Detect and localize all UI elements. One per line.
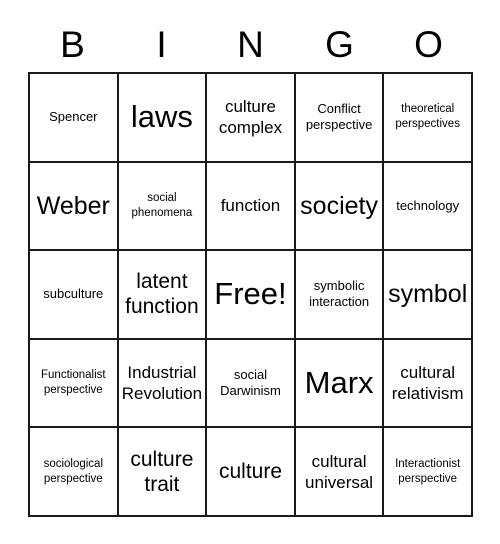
bingo-cell[interactable]: cultural relativism [384, 339, 473, 429]
bingo-cell-label: social Darwinism [220, 367, 281, 399]
bingo-cell-label: society [300, 191, 378, 220]
bingo-cell-label: subculture [43, 286, 104, 302]
bingo-grid: Spencer laws culture complex Conflict pe… [28, 72, 473, 517]
bingo-cell-label: Spencer [49, 109, 98, 125]
bingo-row: subculture latent function Free! symboli… [30, 251, 473, 340]
bingo-header-letter-b: B [60, 24, 85, 65]
bingo-cell[interactable]: subculture [30, 251, 119, 340]
bingo-header-letter-i: I [156, 24, 167, 65]
bingo-cell[interactable]: Marx [295, 339, 385, 429]
bingo-cell-label: laws [130, 99, 193, 135]
bingo-header-letter-n: N [237, 24, 264, 65]
bingo-cell[interactable]: sociological perspective [30, 428, 119, 517]
bingo-cell-label: Weber [36, 191, 110, 220]
bingo-header-letter-o: O [414, 24, 443, 65]
bingo-cell-free[interactable]: Free! [207, 251, 296, 340]
bingo-cell[interactable]: function [207, 162, 296, 252]
bingo-cell-label: technology [396, 197, 460, 213]
bingo-cell-label: function [220, 196, 281, 216]
bingo-row: Weber social phenomena function society … [30, 162, 473, 252]
bingo-cell-label: symbol [388, 280, 468, 309]
bingo-cell-label: culture trait [130, 447, 194, 496]
bingo-cell[interactable]: technology [384, 162, 473, 252]
bingo-cell-label: latent function [125, 270, 199, 319]
bingo-card: B I N G O Spencer laws culture complex C… [28, 18, 473, 517]
bingo-row: sociological perspective culture trait c… [30, 428, 473, 517]
bingo-cell[interactable]: Interactionist perspective [384, 428, 473, 517]
bingo-cell[interactable]: social Darwinism [207, 339, 296, 429]
bingo-header: B I N G O [28, 18, 473, 72]
bingo-cell[interactable]: theoretical perspectives [384, 74, 473, 163]
bingo-cell[interactable]: Weber [30, 162, 119, 252]
bingo-cell[interactable]: latent function [118, 251, 208, 340]
bingo-cell[interactable]: symbolic interaction [295, 251, 385, 340]
bingo-cell[interactable]: cultural universal [295, 428, 385, 517]
bingo-cell[interactable]: symbol [384, 251, 473, 340]
bingo-cell[interactable]: Conflict perspective [295, 74, 385, 163]
bingo-header-letter-g: G [325, 24, 354, 65]
bingo-cell[interactable]: culture trait [118, 428, 208, 517]
bingo-cell-label: cultural relativism [391, 363, 464, 404]
bingo-cell-label: Conflict perspective [305, 101, 373, 133]
bingo-cell-label: social phenomena [131, 191, 193, 219]
bingo-cell[interactable]: social phenomena [118, 162, 208, 252]
bingo-cell[interactable]: culture complex [207, 74, 296, 163]
bingo-cell-label: culture [218, 460, 282, 484]
bingo-cell-label: culture complex [218, 97, 283, 138]
bingo-cell-label: cultural universal [305, 451, 374, 492]
bingo-row: Functionalist perspective Industrial Rev… [30, 339, 473, 429]
bingo-cell[interactable]: laws [118, 74, 208, 163]
bingo-cell-label: theoretical perspectives [395, 103, 460, 131]
bingo-cell[interactable]: Functionalist perspective [30, 339, 119, 429]
bingo-cell-label: Interactionist perspective [395, 457, 461, 485]
bingo-cell[interactable]: society [295, 162, 385, 252]
bingo-free-label: Free! [214, 276, 287, 312]
bingo-cell-label: symbolic interaction [309, 278, 370, 310]
bingo-cell-label: Marx [304, 365, 374, 401]
bingo-row: Spencer laws culture complex Conflict pe… [30, 74, 473, 163]
bingo-cell-label: Functionalist perspective [41, 369, 106, 397]
bingo-cell-label: sociological perspective [43, 457, 104, 485]
bingo-cell[interactable]: culture [207, 428, 296, 517]
bingo-cell[interactable]: Industrial Revolution [118, 339, 208, 429]
bingo-cell-label: Industrial Revolution [121, 363, 203, 404]
bingo-cell[interactable]: Spencer [30, 74, 119, 163]
